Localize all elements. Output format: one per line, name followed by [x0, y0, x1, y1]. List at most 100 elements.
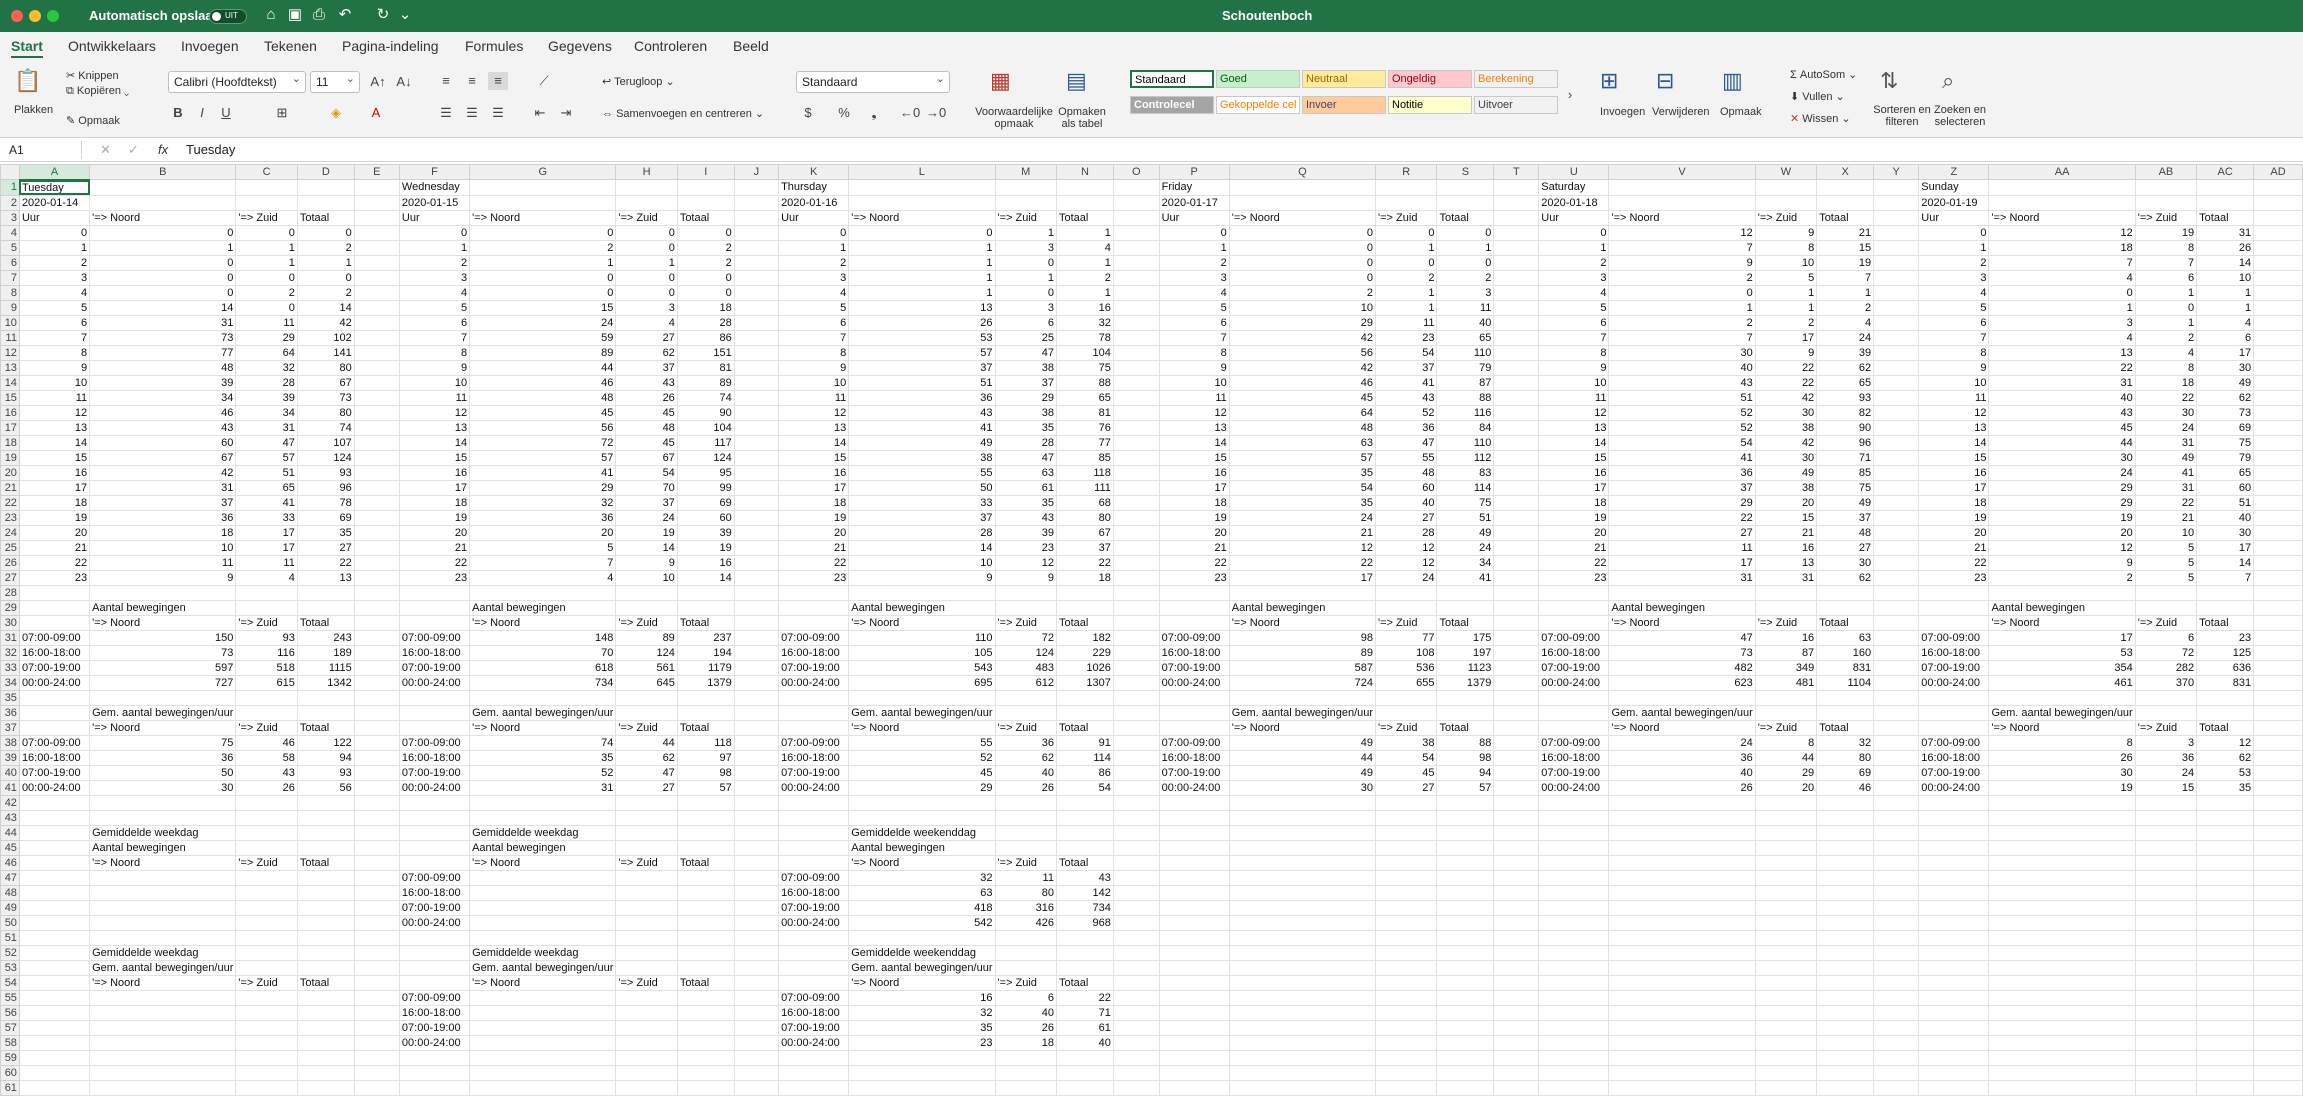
- cell[interactable]: [676, 989, 735, 1006]
- cell[interactable]: [1436, 689, 1495, 706]
- cell[interactable]: [1493, 644, 1540, 661]
- cell[interactable]: [676, 1064, 735, 1081]
- cell[interactable]: [1436, 704, 1495, 721]
- cell[interactable]: 19: [676, 539, 735, 556]
- cell[interactable]: [1436, 884, 1495, 901]
- cell[interactable]: 18: [2134, 374, 2198, 391]
- cell[interactable]: 52: [848, 749, 996, 766]
- cell[interactable]: '=> Noord: [1608, 614, 1756, 631]
- cell[interactable]: [1375, 1019, 1438, 1036]
- row-header[interactable]: 54: [0, 974, 20, 991]
- cell[interactable]: [1375, 689, 1438, 706]
- cell[interactable]: [2253, 809, 2303, 826]
- cell[interactable]: 20: [778, 524, 850, 541]
- conditional-format-button[interactable]: Voorwaardelijke opmaak: [972, 106, 1056, 130]
- cell[interactable]: [1112, 479, 1160, 496]
- cell[interactable]: 57: [676, 779, 735, 796]
- cell[interactable]: 52: [469, 764, 617, 781]
- column-header[interactable]: V: [1608, 164, 1756, 180]
- cell[interactable]: [2196, 899, 2255, 916]
- cell[interactable]: [1055, 1079, 1114, 1096]
- cell[interactable]: [1375, 1034, 1438, 1051]
- cell[interactable]: '=> Noord: [1608, 209, 1756, 226]
- cell[interactable]: 00:00-24:00: [1918, 779, 1990, 796]
- cell[interactable]: 7: [1538, 329, 1610, 346]
- row-header[interactable]: 60: [0, 1064, 20, 1081]
- cell[interactable]: [1873, 974, 1920, 991]
- column-header[interactable]: Q: [1228, 164, 1377, 180]
- cell[interactable]: 11: [1158, 389, 1230, 406]
- cell[interactable]: 41: [848, 419, 996, 436]
- cell[interactable]: 67: [296, 374, 355, 391]
- cell[interactable]: [353, 1034, 400, 1051]
- cell[interactable]: [353, 239, 400, 256]
- cell[interactable]: [1873, 329, 1920, 346]
- cell[interactable]: 20: [1754, 494, 1818, 511]
- cell[interactable]: [1918, 719, 1990, 736]
- cell[interactable]: [1493, 179, 1540, 196]
- cell[interactable]: [1754, 584, 1818, 601]
- cell[interactable]: 07:00-09:00: [398, 989, 471, 1006]
- row-header[interactable]: 48: [0, 884, 20, 901]
- cell[interactable]: [1873, 674, 1920, 691]
- cell[interactable]: 11: [1918, 389, 1990, 406]
- cell[interactable]: [1112, 314, 1160, 331]
- cell[interactable]: [235, 704, 298, 721]
- cell[interactable]: 5: [1158, 299, 1230, 316]
- cell[interactable]: 75: [1055, 359, 1114, 376]
- cell[interactable]: 24: [615, 509, 678, 526]
- row-header[interactable]: 32: [0, 644, 20, 661]
- cell[interactable]: [296, 584, 355, 601]
- cell[interactable]: [1436, 824, 1495, 841]
- cell[interactable]: 54: [1055, 779, 1114, 796]
- cell[interactable]: [2253, 464, 2303, 481]
- row-header[interactable]: 20: [0, 464, 20, 481]
- cell[interactable]: [1112, 959, 1160, 976]
- cell[interactable]: 55: [848, 464, 996, 481]
- cell[interactable]: [1436, 1034, 1495, 1051]
- cell[interactable]: [296, 794, 355, 811]
- cell[interactable]: [2134, 884, 2198, 901]
- cell[interactable]: [2134, 869, 2198, 886]
- cell[interactable]: [1493, 569, 1540, 586]
- cell[interactable]: [1112, 614, 1160, 631]
- cell[interactable]: Totaal: [676, 719, 735, 736]
- cell[interactable]: 54: [1375, 749, 1438, 766]
- cell[interactable]: 27: [1816, 539, 1875, 556]
- cell[interactable]: [676, 1004, 735, 1021]
- cell[interactable]: [353, 914, 400, 931]
- cell[interactable]: 21: [1918, 539, 1990, 556]
- cell[interactable]: [733, 779, 780, 796]
- cell[interactable]: 00:00-24:00: [1538, 779, 1610, 796]
- cell[interactable]: [2253, 1004, 2303, 1021]
- column-header[interactable]: A: [18, 164, 91, 181]
- cell[interactable]: 8: [1918, 344, 1990, 361]
- cell[interactable]: 24: [1988, 464, 2136, 481]
- cell[interactable]: [733, 914, 780, 931]
- cell[interactable]: [1538, 929, 1610, 946]
- cell[interactable]: [1228, 809, 1377, 826]
- cell[interactable]: 2020-01-18: [1538, 194, 1610, 211]
- cell[interactable]: [353, 389, 400, 406]
- cell[interactable]: [353, 509, 400, 526]
- cell[interactable]: [1493, 824, 1540, 841]
- cell[interactable]: 67: [615, 449, 678, 466]
- cell[interactable]: [1918, 809, 1990, 826]
- cell[interactable]: 45: [469, 404, 617, 421]
- cell[interactable]: 35: [848, 1019, 996, 1036]
- cell[interactable]: 93: [1816, 389, 1875, 406]
- cell[interactable]: [2134, 794, 2198, 811]
- cell[interactable]: 19: [2134, 224, 2198, 241]
- cell[interactable]: [733, 674, 780, 691]
- cell[interactable]: 56: [296, 779, 355, 796]
- cell[interactable]: 16: [676, 554, 735, 571]
- cell[interactable]: 90: [676, 404, 735, 421]
- cell[interactable]: 42: [296, 314, 355, 331]
- cell[interactable]: [733, 254, 780, 271]
- cell[interactable]: 0: [676, 269, 735, 286]
- cell[interactable]: 1: [848, 269, 996, 286]
- cell[interactable]: [1816, 179, 1875, 196]
- cell[interactable]: [615, 989, 678, 1006]
- cell[interactable]: 12: [1608, 224, 1756, 241]
- cell[interactable]: [1816, 929, 1875, 946]
